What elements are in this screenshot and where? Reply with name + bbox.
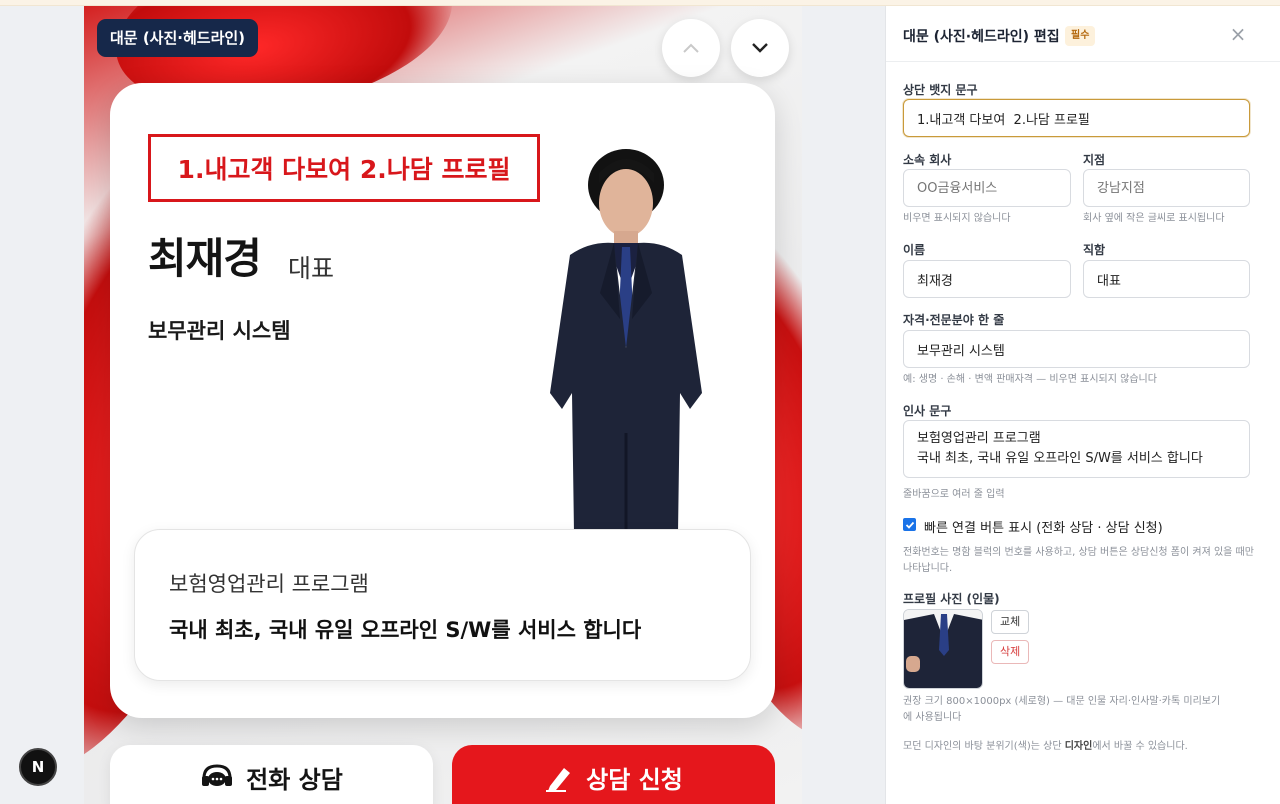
apply-consult-label: 상담 신청 bbox=[586, 765, 683, 794]
replace-photo-button[interactable]: 교체 bbox=[991, 610, 1030, 634]
section-tag: 대문 (사진·헤드라인) bbox=[97, 19, 259, 57]
pen-icon bbox=[546, 768, 571, 792]
company-input[interactable] bbox=[903, 169, 1071, 207]
page-preview: 대문 (사진·헤드라인) 1.내고객 다보여 2.나담 프로필 최재경 대표 보… bbox=[84, 6, 802, 804]
close-icon[interactable]: × bbox=[1226, 22, 1250, 46]
greeting-box: 보험영업관리 프로그램 국내 최초, 국내 유일 오프라인 S/W를 서비스 합… bbox=[134, 529, 751, 681]
specialty-label: 자격·전문분야 한 줄 bbox=[903, 313, 1005, 327]
greeting-textarea[interactable] bbox=[903, 420, 1250, 478]
nextjs-indicator[interactable]: N bbox=[19, 748, 57, 786]
checkmark-icon bbox=[905, 521, 914, 529]
photo-label: 프로필 사진 (인물) bbox=[903, 592, 1000, 606]
headset-icon bbox=[202, 764, 233, 786]
profile-photo bbox=[550, 149, 702, 533]
quick-connect-hint: 전화번호는 명함 블럭의 번호를 사용하고, 상담 버튼은 상담신청 폼이 켜져… bbox=[903, 547, 1254, 574]
required-badge: 필수 bbox=[1065, 26, 1096, 46]
chevron-down-icon bbox=[752, 43, 768, 53]
footer-text-suffix: 에서 바꿀 수 있습니다. bbox=[1092, 741, 1188, 752]
photo-thumbnail bbox=[903, 609, 983, 689]
person-name: 최재경 bbox=[148, 234, 262, 283]
move-up-button[interactable] bbox=[662, 19, 720, 77]
badge-text-input[interactable] bbox=[903, 99, 1250, 137]
hero-badge: 1.내고객 다보여 2.나담 프로필 bbox=[148, 134, 540, 202]
specialty-hint: 예: 생명 · 손해 · 변액 판매자격 — 비우면 표시되지 않습니다 bbox=[903, 374, 1157, 385]
greeting-hint: 줄바꿈으로 여러 줄 입력 bbox=[903, 489, 1005, 500]
photo-thumbnail-image bbox=[904, 610, 982, 688]
branch-label: 지점 bbox=[1083, 153, 1106, 167]
company-hint: 비우면 표시되지 않습니다 bbox=[903, 213, 1011, 224]
name-input[interactable] bbox=[903, 260, 1071, 298]
company-label: 소속 회사 bbox=[903, 153, 952, 167]
photo-hint: 권장 크기 800×1000px (세로형) — 대문 인물 자리·인사말·카톡… bbox=[903, 696, 1221, 723]
name-label: 이름 bbox=[903, 243, 926, 257]
branch-input[interactable] bbox=[1083, 169, 1250, 207]
person-specialty: 보무관리 시스템 bbox=[148, 319, 291, 343]
greeting-line-2: 국내 최초, 국내 유일 오프라인 S/W를 서비스 합니다 bbox=[169, 618, 642, 642]
position-input[interactable] bbox=[1083, 260, 1250, 298]
position-label: 직함 bbox=[1083, 243, 1106, 257]
hero-card: 1.내고객 다보여 2.나담 프로필 최재경 대표 보무관리 시스템 보험영업관… bbox=[110, 83, 775, 718]
call-consult-button[interactable]: 전화 상담 bbox=[110, 745, 433, 804]
footer-text-prefix: 모던 디자인의 바탕 분위기(색)는 상단 bbox=[903, 741, 1065, 752]
quick-connect-label[interactable]: 빠른 연결 버튼 표시 (전화 상담 · 상담 신청) bbox=[924, 517, 1163, 536]
panel-header: 대문 (사진·헤드라인) 편집 필수 × bbox=[886, 6, 1280, 62]
quick-connect-checkbox[interactable] bbox=[903, 518, 916, 531]
panel-title: 대문 (사진·헤드라인) 편집 bbox=[903, 29, 1060, 45]
call-consult-label: 전화 상담 bbox=[246, 765, 343, 794]
editor-panel: 대문 (사진·헤드라인) 편집 필수 × 상단 뱃지 문구 소속 회사 비우면 … bbox=[885, 6, 1280, 804]
person-title: 대표 bbox=[288, 254, 335, 283]
greeting-label: 인사 문구 bbox=[903, 404, 952, 418]
specialty-input[interactable] bbox=[903, 330, 1250, 368]
delete-photo-button[interactable]: 삭제 bbox=[991, 640, 1030, 664]
apply-consult-button[interactable]: 상담 신청 bbox=[452, 745, 775, 804]
move-down-button[interactable] bbox=[731, 19, 789, 77]
branch-hint: 회사 옆에 작은 글씨로 표시됩니다 bbox=[1083, 213, 1225, 224]
greeting-line-1: 보험영업관리 프로그램 bbox=[169, 572, 369, 596]
design-footer-note: 모던 디자인의 바탕 분위기(색)는 상단 디자인에서 바꿀 수 있습니다. bbox=[903, 739, 1263, 755]
chevron-up-icon bbox=[683, 43, 699, 53]
badge-text-label: 상단 뱃지 문구 bbox=[903, 83, 978, 97]
footer-design-link: 디자인 bbox=[1064, 741, 1093, 752]
